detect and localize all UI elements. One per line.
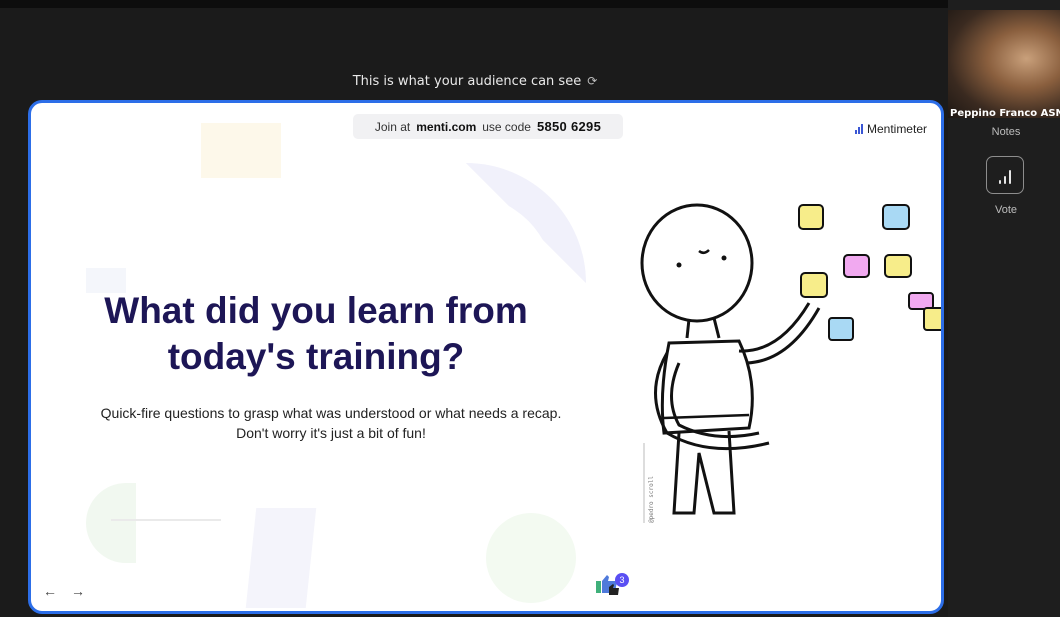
slide-subtitle: Quick-fire questions to grasp what was u…: [71, 403, 591, 443]
presentation-slide: Join at menti.com use code 5850 6295 Men…: [28, 100, 944, 614]
illustration-signature: @pedro scroll: [648, 476, 655, 523]
participant-video[interactable]: [948, 10, 1060, 118]
bar-chart-icon: [999, 180, 1001, 184]
reaction-count-badge: 3: [615, 573, 629, 587]
mentimeter-logo: Mentimeter: [854, 122, 927, 136]
bg-shape: [466, 163, 586, 283]
audience-view-text: This is what your audience can see: [352, 74, 582, 89]
bg-shape: [86, 483, 136, 563]
bg-shape: [201, 123, 281, 178]
reactions-button[interactable]: 3: [595, 573, 629, 602]
title-line-2: today's training?: [167, 336, 465, 377]
title-line-1: What did you learn from: [104, 290, 528, 331]
refresh-icon[interactable]: ⟳: [587, 74, 597, 88]
top-bar: [0, 0, 1060, 8]
mentimeter-icon: [854, 124, 863, 134]
next-slide-button[interactable]: →: [71, 583, 85, 599]
subtitle-line-2: Don't worry it's just a bit of fun!: [236, 425, 426, 441]
participant-name: Peppino Franco ASN...: [950, 108, 1060, 119]
stick-figure-illustration: @pedro scroll: [640, 203, 941, 523]
slide-title: What did you learn from today's training…: [61, 288, 571, 380]
vote-label: Vote: [994, 204, 1018, 216]
join-instructions: Join at menti.com use code 5850 6295: [353, 114, 623, 139]
bg-line: [111, 519, 221, 521]
audience-view-label: This is what your audience can see ⟳: [330, 74, 620, 89]
brand-name: Mentimeter: [866, 122, 927, 136]
join-prefix: Join at: [374, 119, 411, 134]
join-code: 5850 6295: [536, 119, 602, 134]
prev-slide-button[interactable]: ←: [43, 583, 57, 599]
join-site: menti.com: [416, 119, 477, 134]
vote-button[interactable]: [986, 156, 1024, 194]
notes-label[interactable]: Notes: [948, 126, 1060, 138]
bg-shape: [245, 508, 317, 608]
subtitle-line-1: Quick-fire questions to grasp what was u…: [100, 405, 562, 421]
join-code-label: use code: [482, 119, 531, 134]
bg-shape: [486, 513, 576, 603]
